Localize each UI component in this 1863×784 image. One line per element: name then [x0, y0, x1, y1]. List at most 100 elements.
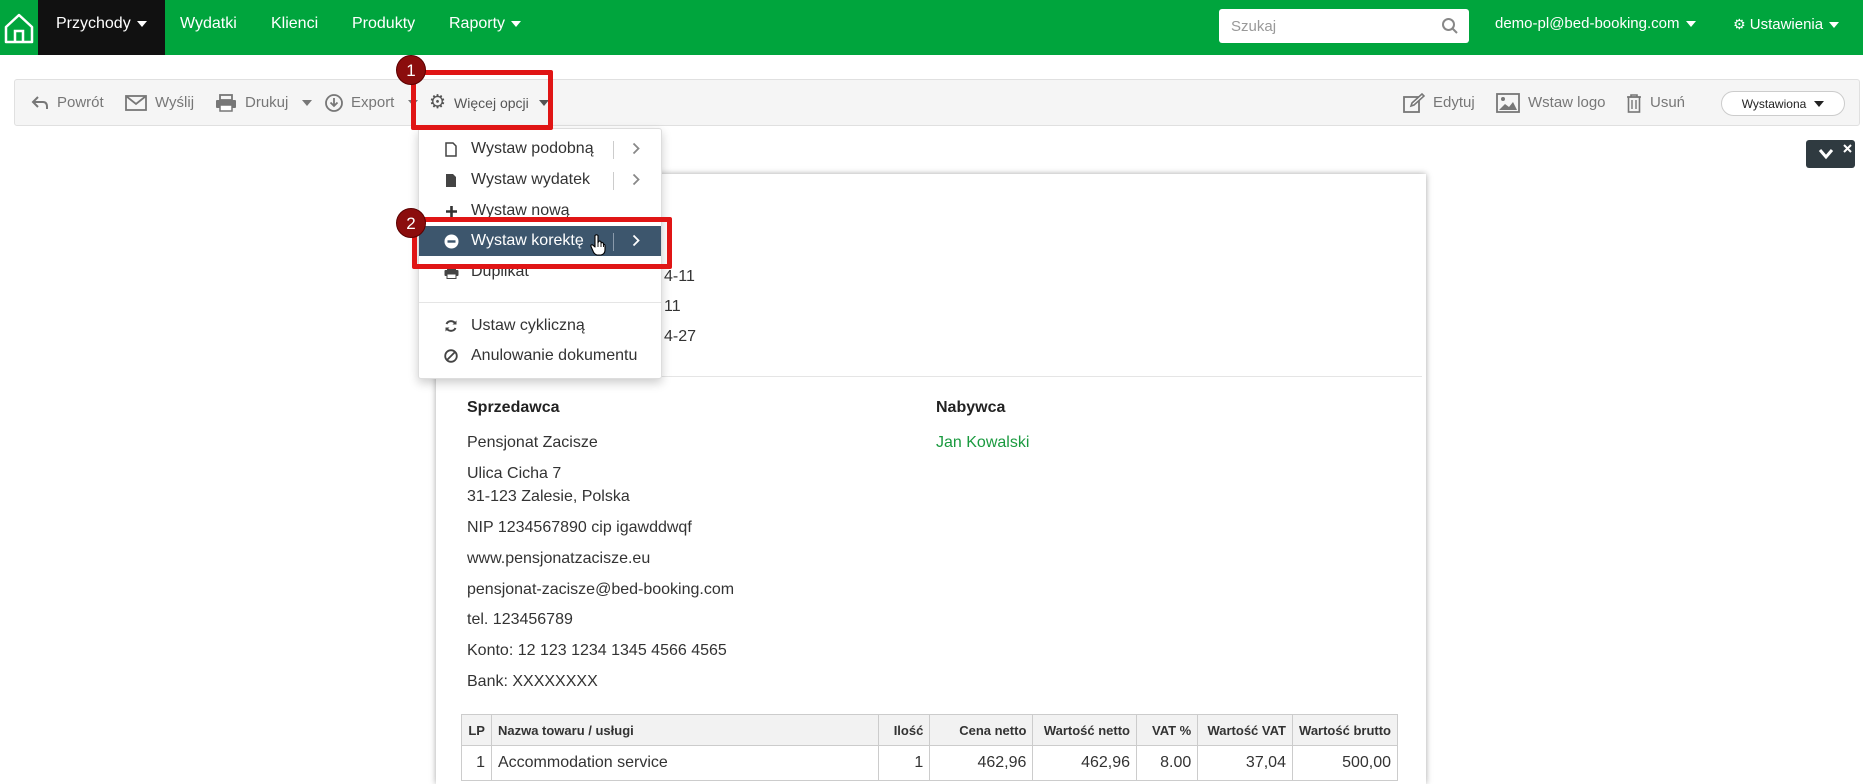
- settings-label: Ustawienia: [1749, 16, 1824, 33]
- refresh-icon: [443, 319, 459, 333]
- delete-label: Usuń: [1650, 94, 1686, 111]
- edit-label: Edytuj: [1433, 94, 1475, 111]
- edit-icon: [1403, 92, 1425, 113]
- chevron-down-icon: [136, 20, 147, 27]
- menu-item-label: Wystaw wydatek: [471, 171, 590, 188]
- home-icon[interactable]: [0, 0, 38, 55]
- nav-raporty-label: Raporty: [449, 15, 506, 32]
- ban-icon: [443, 349, 459, 363]
- send-button[interactable]: Wyślij: [125, 80, 194, 125]
- callout-badge-1: 1: [396, 55, 426, 85]
- document-toolbar: Powrót Wyślij Drukuj Export ⚙ Więcej opc…: [14, 79, 1860, 126]
- cell-gross-value: 500,00: [1291, 745, 1399, 781]
- chevron-down-icon[interactable]: [1818, 148, 1834, 160]
- table-header-row: LP Nazwa towaru / usługi Ilość Cena nett…: [461, 714, 1399, 746]
- status-label: Wystawiona: [1741, 96, 1807, 111]
- reply-icon: [31, 95, 48, 109]
- buyer-name-link[interactable]: Jan Kowalski: [936, 434, 1029, 452]
- trash-icon: [1627, 93, 1641, 113]
- buyer-heading: Nabywca: [936, 399, 1006, 416]
- insert-logo-label: Wstaw logo: [1528, 94, 1606, 111]
- cell-net-price: 462,96: [929, 745, 1034, 781]
- chevron-down-icon: [302, 99, 313, 106]
- chevron-right-icon[interactable]: [632, 173, 640, 191]
- search-box: [1219, 9, 1469, 43]
- file-icon: [443, 141, 459, 157]
- back-label: Powrót: [57, 94, 104, 111]
- delete-button[interactable]: Usuń: [1626, 80, 1685, 125]
- export-button[interactable]: Export: [325, 80, 419, 125]
- plus-icon: [443, 205, 459, 218]
- nav-przychody[interactable]: Przychody: [38, 0, 165, 55]
- print-label: Drukuj: [245, 94, 289, 111]
- col-header-net-price: Cena netto: [929, 714, 1034, 746]
- nav-wydatki[interactable]: Wydatki: [162, 0, 255, 55]
- menu-separator: [613, 141, 614, 159]
- account-label: demo-pl@bed-booking.com: [1495, 15, 1680, 32]
- export-label: Export: [351, 94, 395, 111]
- nav-raporty[interactable]: Raporty: [431, 0, 539, 55]
- menu-item-wystaw-podobna[interactable]: Wystaw podobną: [419, 134, 661, 164]
- nav-klienci[interactable]: Klienci: [253, 0, 336, 55]
- cell-vat-rate: 8.00: [1136, 745, 1199, 781]
- col-header-gross-value: Wartość brutto: [1291, 714, 1399, 746]
- menu-separator: [613, 172, 614, 190]
- callout-badge-2: 2: [396, 208, 426, 238]
- close-icon[interactable]: [1843, 144, 1852, 153]
- back-button[interactable]: Powrót: [31, 80, 104, 125]
- seller-nip: NIP 1234567890 cip igawddwqf: [467, 519, 692, 536]
- seller-bank-name: Bank: XXXXXXXX: [467, 673, 598, 690]
- cell-vat-value: 37,04: [1197, 745, 1293, 781]
- insert-logo-button[interactable]: Wstaw logo: [1496, 80, 1606, 125]
- nav-przychody-label: Przychody: [56, 15, 131, 32]
- status-dropdown[interactable]: Wystawiona: [1721, 91, 1845, 116]
- menu-item-anulowanie-dokumentu[interactable]: Anulowanie dokumentu: [419, 341, 661, 371]
- chevron-down-icon: [1814, 100, 1825, 107]
- col-header-lp: LP: [461, 714, 492, 746]
- seller-city: 31-123 Zalesie, Polska: [467, 488, 630, 505]
- menu-item-label: Ustaw cykliczną: [471, 317, 585, 334]
- chevron-right-icon[interactable]: [632, 142, 640, 160]
- send-label: Wyślij: [155, 94, 195, 111]
- seller-heading: Sprzedawca: [467, 399, 560, 416]
- chevron-down-icon: [1685, 21, 1696, 28]
- print-icon: [216, 93, 236, 112]
- nav-produkty[interactable]: Produkty: [334, 0, 433, 55]
- callout-box-1: [411, 70, 553, 130]
- cell-lp: 1: [461, 745, 492, 781]
- search-input[interactable]: [1219, 9, 1429, 43]
- due-date-fragment: 4-27: [664, 328, 697, 345]
- menu-item-wystaw-wydatek[interactable]: Wystaw wydatek: [419, 165, 661, 195]
- top-navbar: Przychody Wydatki Klienci Produkty Rapor…: [0, 0, 1863, 55]
- invoice-date-fragment: 4-11: [664, 268, 695, 285]
- edit-button[interactable]: Edytuj: [1403, 80, 1475, 125]
- chevron-down-icon: [511, 20, 522, 27]
- menu-item-ustaw-cykliczna[interactable]: Ustaw cykliczną: [419, 311, 661, 341]
- seller-website: www.pensjonatzacisze.eu: [467, 550, 651, 567]
- col-header-vat-value: Wartość VAT: [1197, 714, 1293, 746]
- print-button[interactable]: Drukuj: [215, 80, 313, 125]
- image-icon: [1496, 92, 1520, 113]
- table-row: 1 Accommodation service 1 462,96 462,96 …: [461, 745, 1399, 781]
- file-solid-icon: [443, 173, 459, 188]
- col-header-net-value: Wartość netto: [1032, 714, 1138, 746]
- menu-item-label: Wystaw podobną: [471, 140, 594, 157]
- cell-item-name-link[interactable]: Accommodation service: [490, 745, 880, 781]
- callout-box-2: [412, 217, 672, 269]
- settings-menu[interactable]: ⚙ Ustawienia: [1715, 0, 1857, 55]
- seller-email: pensjonat-zacisze@bed-booking.com: [467, 581, 735, 598]
- account-menu[interactable]: demo-pl@bed-booking.com: [1477, 0, 1714, 55]
- cell-net-value: 462,96: [1032, 745, 1138, 781]
- seller-phone: tel. 123456789: [467, 611, 573, 628]
- search-icon[interactable]: [1441, 17, 1459, 40]
- seller-bank-account: Konto: 12 123 1234 1345 4566 4565: [467, 642, 727, 659]
- gear-icon: ⚙: [1733, 16, 1746, 32]
- seller-street: Ulica Cicha 7: [467, 465, 562, 482]
- col-header-name: Nazwa towaru / usługi: [490, 714, 880, 746]
- seller-name: Pensjonat Zacisze: [467, 434, 598, 451]
- col-header-qty: Ilość: [878, 714, 931, 746]
- chevron-down-icon: [1829, 22, 1840, 29]
- cell-qty: 1: [878, 745, 931, 781]
- menu-item-label: Anulowanie dokumentu: [471, 347, 638, 364]
- envelope-icon: [125, 94, 147, 111]
